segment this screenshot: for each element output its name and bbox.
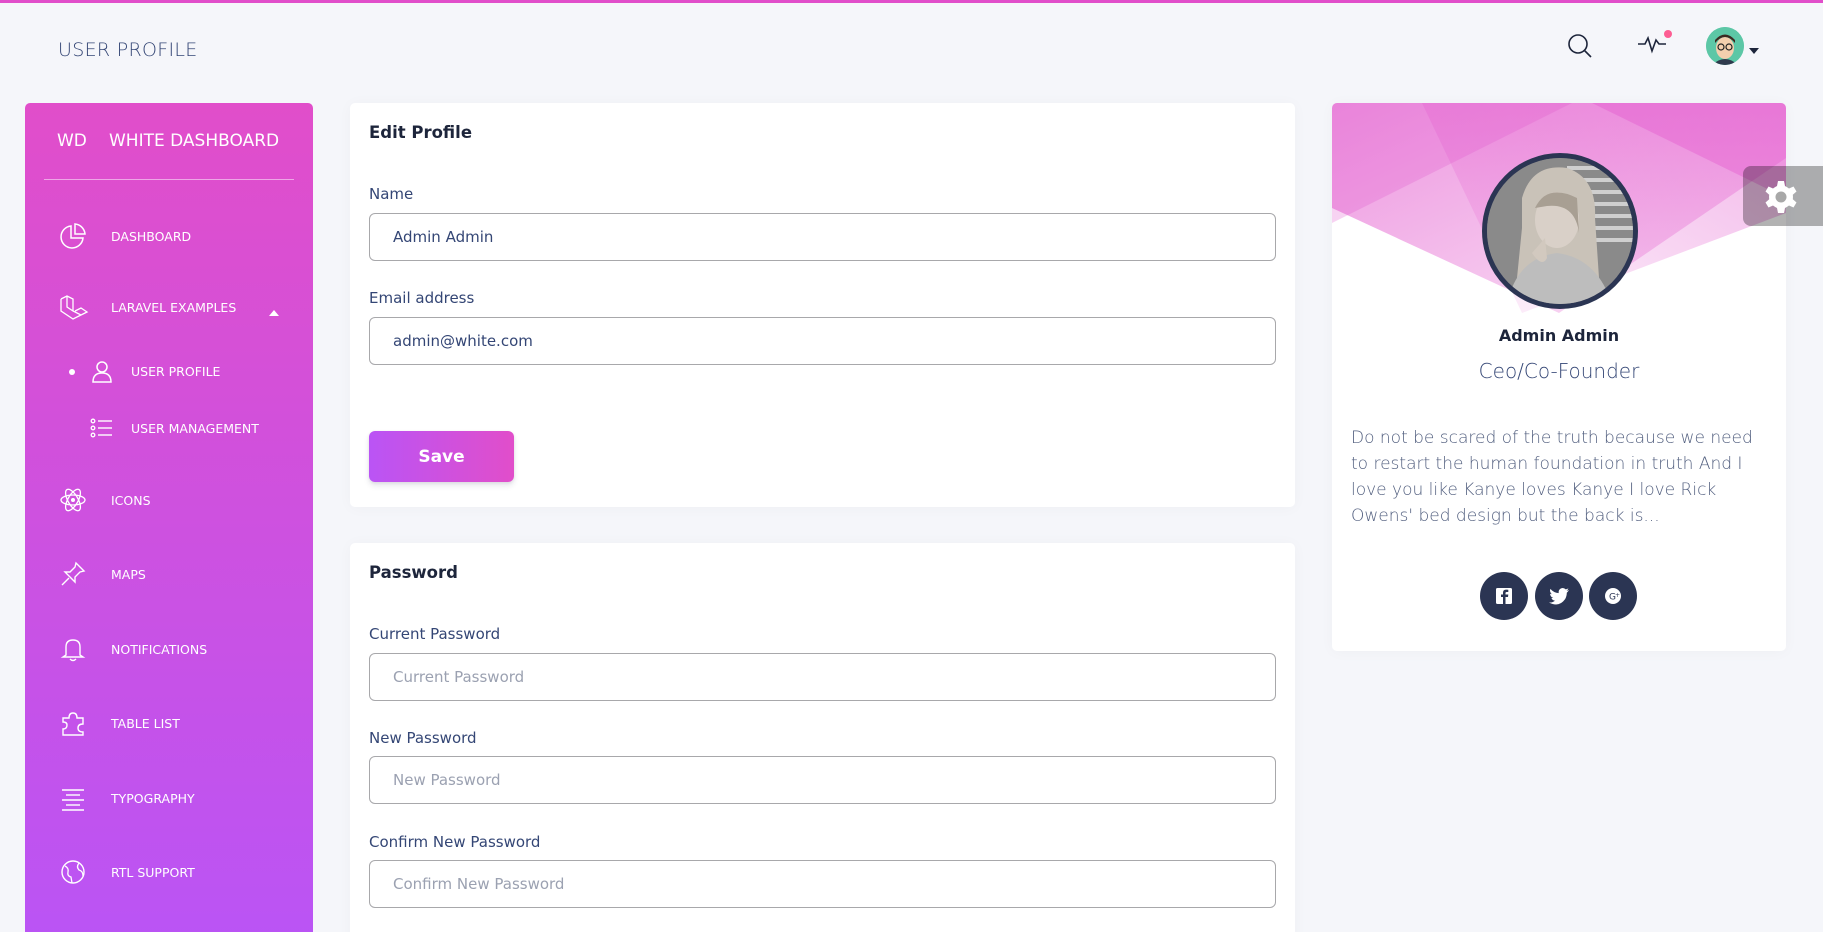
gear-icon (1765, 181, 1797, 213)
profile-avatar[interactable] (1482, 153, 1638, 309)
google-plus-icon: G + (1605, 588, 1621, 604)
page-title[interactable]: USER PROFILE (58, 39, 198, 61)
notification-dot (1664, 30, 1672, 38)
sidebar: WD WHITE DASHBOARD DASHBOARD LARAVEL EXA… (25, 103, 313, 932)
sidebar-item-label: MAPS (111, 567, 146, 582)
atom-icon (59, 486, 87, 514)
search-icon[interactable] (1565, 31, 1595, 61)
current-password-label: Current Password (369, 625, 501, 643)
new-password-field[interactable] (369, 756, 1276, 804)
name-label: Name (369, 185, 414, 203)
logo-mini[interactable]: WD (57, 131, 87, 151)
sidebar-item-user-profile[interactable]: USER PROFILE (25, 349, 313, 393)
list-icon (88, 414, 116, 442)
sidebar-item-label: TYPOGRAPHY (111, 791, 195, 806)
align-center-icon (59, 784, 87, 812)
logo-text[interactable]: WHITE DASHBOARD (109, 131, 279, 151)
user-profile-card: Admin Admin Ceo/Co-Founder Do not be sca… (1332, 103, 1786, 651)
password-card: Password Current Password New Password C… (350, 543, 1295, 932)
sidebar-item-rtl-support[interactable]: RTL SUPPORT (25, 850, 313, 894)
card-title: Edit Profile (369, 123, 473, 142)
profile-name: Admin Admin (1498, 326, 1620, 345)
caret-up-icon[interactable] (268, 302, 280, 316)
name-field[interactable] (369, 213, 1276, 261)
caret-down-icon[interactable] (1748, 41, 1760, 54)
user-icon (88, 357, 116, 385)
sidebar-item-dashboard[interactable]: DASHBOARD (25, 214, 313, 258)
sidebar-item-label: USER PROFILE (131, 364, 221, 379)
save-button[interactable]: Save (369, 431, 514, 482)
sidebar-item-label: ICONS (111, 493, 151, 508)
current-password-field[interactable] (369, 653, 1276, 701)
sidebar-item-label: TABLE LIST (111, 716, 180, 731)
settings-toggle[interactable] (1743, 166, 1823, 226)
sidebar-item-label: RTL SUPPORT (111, 865, 195, 880)
sidebar-item-label: USER MANAGEMENT (131, 421, 259, 436)
sidebar-divider (44, 179, 294, 180)
sidebar-item-icons[interactable]: ICONS (25, 478, 313, 522)
sidebar-item-label: DASHBOARD (111, 229, 192, 244)
sidebar-item-label: NOTIFICATIONS (111, 642, 208, 657)
active-bullet (69, 369, 75, 375)
sidebar-item-maps[interactable]: MAPS (25, 552, 313, 596)
sidebar-item-user-management[interactable]: USER MANAGEMENT (25, 406, 313, 450)
edit-profile-card: Edit Profile Name Email address Save (350, 103, 1295, 507)
email-field[interactable] (369, 317, 1276, 365)
sidebar-item-notifications[interactable]: NOTIFICATIONS (25, 627, 313, 671)
sidebar-item-laravel-examples[interactable]: LARAVEL EXAMPLES (25, 285, 313, 329)
sidebar-item-typography[interactable]: TYPOGRAPHY (25, 776, 313, 820)
top-navbar: USER PROFILE (0, 3, 1823, 98)
avatar[interactable] (1706, 27, 1744, 65)
puzzle-icon (59, 709, 87, 737)
facebook-icon (1496, 588, 1512, 604)
twitter-icon (1549, 588, 1569, 605)
profile-bio: Do not be scared of the truth because we… (1351, 428, 1753, 526)
email-label: Email address (369, 289, 475, 307)
svg-text:+: + (1615, 592, 1620, 599)
sidebar-item-label: LARAVEL EXAMPLES (111, 300, 237, 315)
laravel-icon (59, 293, 89, 321)
bell-icon (59, 635, 87, 663)
chart-pie-icon (59, 222, 87, 250)
profile-role: Ceo/Co-Founder (1478, 359, 1640, 383)
new-password-label: New Password (369, 729, 477, 747)
card-title: Password (369, 563, 458, 582)
confirm-password-label: Confirm New Password (369, 833, 541, 851)
google-plus-button[interactable]: G + (1589, 572, 1637, 620)
facebook-button[interactable] (1480, 572, 1528, 620)
confirm-password-field[interactable] (369, 860, 1276, 908)
pin-icon (59, 560, 87, 588)
twitter-button[interactable] (1535, 572, 1583, 620)
sidebar-item-table-list[interactable]: TABLE LIST (25, 701, 313, 745)
world-icon (59, 858, 87, 886)
